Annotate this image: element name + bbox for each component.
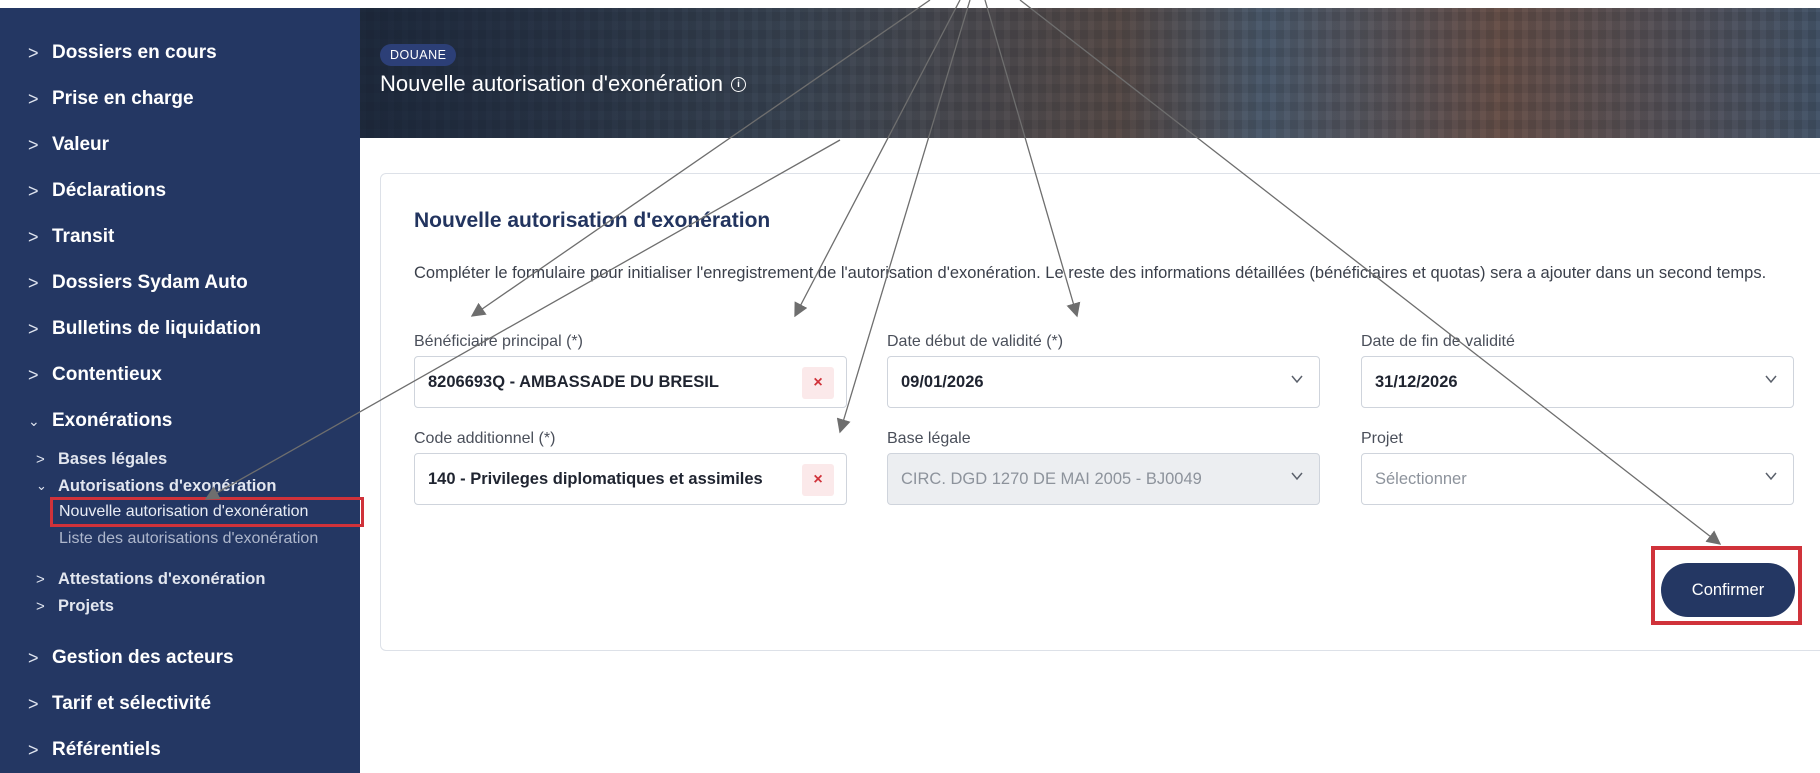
chevron-right-icon: > bbox=[28, 318, 39, 339]
sidebar-item-declarations[interactable]: > Déclarations bbox=[28, 178, 166, 204]
sidebar-item-contentieux[interactable]: > Contentieux bbox=[28, 362, 162, 388]
date-debut-value: 09/01/2026 bbox=[901, 372, 984, 391]
code-additionnel-label: Code additionnel (*) bbox=[414, 430, 556, 447]
chevron-right-icon: > bbox=[28, 134, 39, 155]
highlight-box-nouvelle-autorisation bbox=[50, 497, 364, 527]
sidebar-item-valeur[interactable]: > Valeur bbox=[28, 132, 109, 158]
info-icon[interactable]: i bbox=[730, 76, 746, 92]
sidebar-subitem-label: Bases légales bbox=[58, 449, 168, 468]
sidebar-item-tarif-et-selectivite[interactable]: > Tarif et sélectivité bbox=[28, 691, 211, 717]
base-legale-label: Base légale bbox=[887, 430, 971, 447]
sidebar-item-dossiers-sydam-auto[interactable]: > Dossiers Sydam Auto bbox=[28, 270, 248, 296]
highlight-box-confirm bbox=[1651, 546, 1802, 625]
projet-label: Projet bbox=[1361, 430, 1403, 447]
beneficiaire-field[interactable]: 8206693Q - AMBASSADE DU BRESIL × bbox=[414, 356, 847, 408]
date-debut-select[interactable]: 09/01/2026 bbox=[887, 356, 1320, 408]
chevron-down-icon: ⌄ bbox=[28, 412, 40, 429]
chevron-right-icon: > bbox=[28, 693, 39, 714]
chevron-right-icon: > bbox=[36, 597, 45, 615]
sidebar-item-label: Bulletins de liquidation bbox=[52, 318, 261, 339]
beneficiaire-label: Bénéficiaire principal (*) bbox=[414, 333, 583, 350]
page-title: Nouvelle autorisation d'exonération i bbox=[380, 71, 746, 97]
beneficiaire-value: 8206693Q - AMBASSADE DU BRESIL bbox=[428, 372, 719, 391]
sidebar-subitem-projets[interactable]: > Projets bbox=[36, 595, 114, 617]
sidebar-item-label: Prise en charge bbox=[52, 88, 194, 109]
chevron-right-icon: > bbox=[36, 450, 45, 468]
date-fin-value: 31/12/2026 bbox=[1375, 372, 1458, 391]
chevron-right-icon: > bbox=[28, 364, 39, 385]
sidebar-subitem-label: Projets bbox=[58, 596, 114, 615]
chevron-right-icon: > bbox=[28, 180, 39, 201]
chevron-right-icon: > bbox=[28, 739, 39, 760]
chevron-right-icon: > bbox=[28, 226, 39, 247]
sidebar-item-referentiels[interactable]: > Référentiels bbox=[28, 737, 161, 763]
sidebar-item-label: Gestion des acteurs bbox=[52, 647, 234, 668]
sidebar-item-label: Tarif et sélectivité bbox=[52, 693, 212, 714]
chevron-down-icon bbox=[1765, 470, 1777, 482]
sidebar-subitem-bases-legales[interactable]: > Bases légales bbox=[36, 448, 167, 470]
sidebar-subitem-attestations[interactable]: > Attestations d'exonération bbox=[36, 568, 265, 590]
clear-icon[interactable]: × bbox=[802, 367, 834, 399]
chevron-right-icon: > bbox=[28, 42, 39, 63]
sidebar-item-label: Transit bbox=[52, 226, 115, 247]
module-badge: DOUANE bbox=[380, 44, 457, 66]
base-legale-select: CIRC. DGD 1270 DE MAI 2005 - BJ0049 bbox=[887, 453, 1320, 505]
sidebar-item-label: Valeur bbox=[52, 134, 110, 155]
clear-icon[interactable]: × bbox=[802, 464, 834, 496]
sidebar-subitem-label: Attestations d'exonération bbox=[58, 569, 266, 588]
sidebar-item-label: Déclarations bbox=[52, 180, 167, 201]
chevron-down-icon: ⌄ bbox=[36, 478, 47, 493]
chevron-down-icon bbox=[1291, 373, 1303, 385]
form-description: Compléter le formulaire pour initialiser… bbox=[414, 264, 1767, 282]
chevron-right-icon: > bbox=[28, 647, 39, 668]
sidebar-item-gestion-des-acteurs[interactable]: > Gestion des acteurs bbox=[28, 645, 234, 671]
chevron-right-icon: > bbox=[36, 570, 45, 588]
code-additionnel-field[interactable]: 140 - Privileges diplomatiques et assimi… bbox=[414, 453, 847, 505]
sidebar-item-prise-en-charge[interactable]: > Prise en charge bbox=[28, 86, 194, 112]
sidebar-item-label: Contentieux bbox=[52, 364, 162, 385]
sidebar-item-label: Référentiels bbox=[52, 739, 161, 760]
sidebar-item-transit[interactable]: > Transit bbox=[28, 224, 114, 250]
projet-select[interactable]: Sélectionner bbox=[1361, 453, 1794, 505]
sidebar-item-label: Exonérations bbox=[52, 410, 173, 431]
date-debut-label: Date début de validité (*) bbox=[887, 333, 1064, 350]
sidebar-item-label: Dossiers en cours bbox=[52, 42, 217, 63]
page-title-text: Nouvelle autorisation d'exonération bbox=[380, 71, 723, 96]
sidebar-item-dossiers-en-cours[interactable]: > Dossiers en cours bbox=[28, 40, 217, 66]
date-fin-label: Date de fin de validité bbox=[1361, 333, 1515, 350]
date-fin-select[interactable]: 31/12/2026 bbox=[1361, 356, 1794, 408]
form-card bbox=[380, 173, 1820, 651]
sidebar-subitem-autorisations[interactable]: ⌄ Autorisations d'exonération bbox=[36, 475, 276, 497]
chevron-right-icon: > bbox=[28, 272, 39, 293]
chevron-right-icon: > bbox=[28, 88, 39, 109]
code-additionnel-value: 140 - Privileges diplomatiques et assimi… bbox=[428, 469, 763, 488]
sidebar-item-label: Dossiers Sydam Auto bbox=[52, 272, 248, 293]
chevron-down-icon bbox=[1765, 373, 1777, 385]
form-title: Nouvelle autorisation d'exonération bbox=[414, 209, 771, 232]
sidebar-subitem-label: Autorisations d'exonération bbox=[58, 476, 277, 495]
sidebar-item-exonerations[interactable]: ⌄ Exonérations bbox=[28, 408, 172, 434]
projet-placeholder: Sélectionner bbox=[1375, 469, 1467, 488]
sidebar-item-bulletins-de-liquidation[interactable]: > Bulletins de liquidation bbox=[28, 316, 261, 342]
sidebar-leaf-liste-autorisations[interactable]: Liste des autorisations d'exonération bbox=[59, 528, 318, 550]
base-legale-value: CIRC. DGD 1270 DE MAI 2005 - BJ0049 bbox=[901, 469, 1202, 488]
chevron-down-icon bbox=[1291, 470, 1303, 482]
